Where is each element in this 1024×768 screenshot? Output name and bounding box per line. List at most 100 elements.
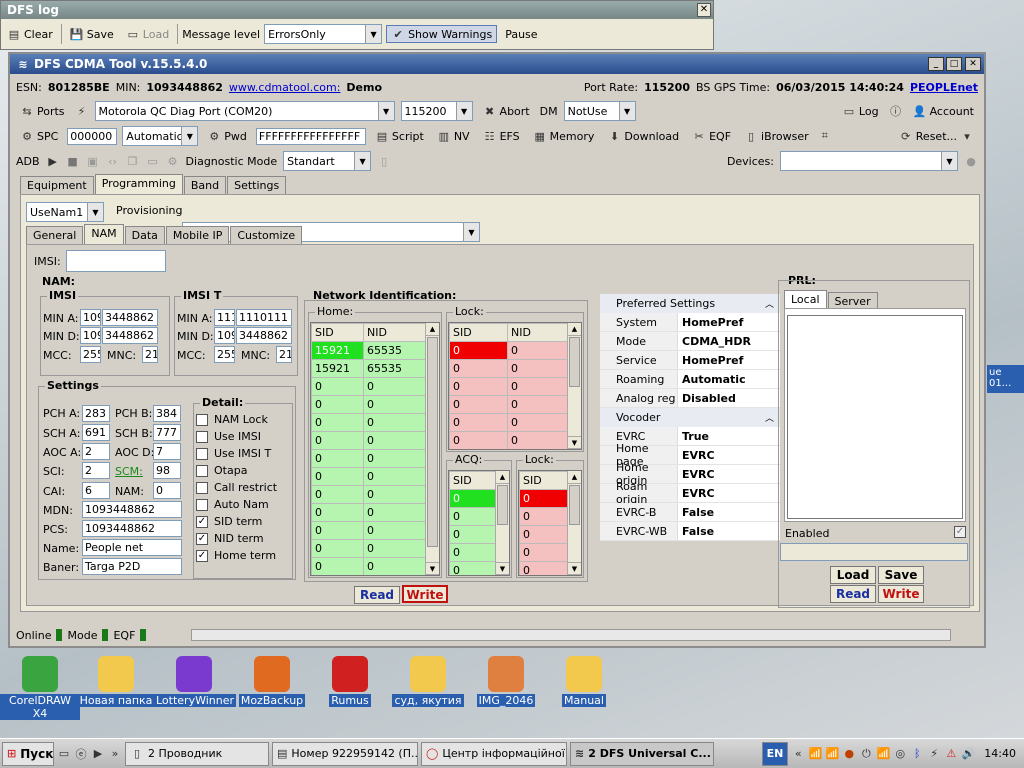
property-row[interactable]: Roaming Automatic [600,370,780,389]
prl-write-button[interactable]: Write [878,585,924,603]
scroll-down-icon[interactable]: ▼ [568,562,581,575]
extra-tool-icon[interactable]: ⌗ [818,129,832,143]
spc-input[interactable]: 000000 [67,127,118,145]
task-dfs[interactable]: ≋ 2 DFS Universal C... [570,741,714,766]
desktop-icon[interactable]: CorelDRAW X4 [0,656,80,720]
property-row[interactable]: EVRC-B False [600,503,780,522]
tray-app-icon[interactable]: ● [842,747,856,761]
property-row[interactable]: Service HomePref [600,351,780,370]
property-value[interactable]: EVRC [678,449,715,462]
table-row[interactable]: 00 [449,395,568,414]
table-row[interactable]: 00 [449,341,568,360]
detail-checkbox[interactable]: ✓ [196,533,208,545]
property-value[interactable]: False [678,506,714,519]
table-cell[interactable]: 0 [507,377,568,396]
network-icon[interactable]: 📶 [825,747,839,761]
table-cell[interactable]: 0 [311,413,364,432]
carrier-link[interactable]: PEOPLEnet [910,81,978,94]
table-cell[interactable]: 0 [507,395,568,414]
mdn-input[interactable]: 1093448862 [82,501,182,518]
table-cell[interactable]: 0 [363,539,426,558]
copy-icon[interactable]: ❐ [126,154,140,168]
language-indicator[interactable]: EN [761,741,789,766]
table-cell[interactable]: 0 [311,557,364,575]
table-cell[interactable]: 0 [449,395,508,414]
vocoder-category[interactable]: Vocoder ︿ [600,408,780,427]
download-button[interactable]: ⬇ Download [603,128,683,144]
subtab-customize[interactable]: Customize [230,226,303,246]
property-row[interactable]: Analog reg Disabled [600,389,780,408]
prl-list[interactable] [787,315,963,519]
table-cell[interactable]: 0 [507,359,568,378]
screenshot-icon[interactable]: ▣ [86,154,100,168]
wifi-icon[interactable]: 📶 [808,747,822,761]
prl-tab-local[interactable]: Local [784,290,827,310]
property-value[interactable]: Automatic [678,373,746,386]
close-button[interactable]: ✕ [965,57,981,71]
table-cell[interactable]: 65535 [363,359,426,378]
table-cell[interactable]: 0 [519,507,568,526]
clock[interactable]: 14:40 [978,747,1022,760]
preferred-settings-category[interactable]: Preferred Settings ︿ [600,294,780,313]
bluetooth-icon[interactable]: ᛒ [910,747,924,761]
table-cell[interactable]: 0 [507,413,568,432]
start-button[interactable]: ⊞ Пуск [2,741,54,766]
settings-icon[interactable]: ⚙ [166,154,180,168]
prl-read-button[interactable]: Read [830,585,876,603]
table-cell[interactable]: 0 [449,431,508,449]
quicklaunch-more-icon[interactable]: » [108,747,122,761]
table-cell[interactable]: 0 [311,503,364,522]
property-value[interactable]: False [678,525,714,538]
imsi-min-a-2[interactable]: 3448862 [102,309,158,326]
table-row[interactable]: 00 [311,413,426,432]
baner-input[interactable]: Targa P2D [82,558,182,575]
detail-checkbox[interactable] [196,448,208,460]
home-scrollbar[interactable]: ▲ ▼ [425,323,439,575]
table-cell[interactable]: 15921 [311,359,364,378]
property-row[interactable]: EVRC-WB False [600,522,780,541]
pwd-button[interactable]: ⚙ Pwd [203,128,251,144]
table-row[interactable]: 00 [449,359,568,378]
aoc-a-input[interactable]: 2 [82,443,110,460]
scroll-thumb[interactable] [569,485,580,525]
tray-disc-icon[interactable]: ◎ [893,747,907,761]
table-cell[interactable]: 0 [449,341,508,360]
table-cell[interactable]: 0 [311,395,364,414]
table-row[interactable]: 0 [519,543,568,562]
table-row[interactable]: 00 [311,485,426,504]
scroll-up-icon[interactable]: ▲ [496,471,509,484]
abort-button[interactable]: ✖ Abort [479,103,534,119]
imsi-mcc-input[interactable]: 255 [80,346,101,363]
subtab-general[interactable]: General [26,226,84,246]
table-cell[interactable]: 0 [363,467,426,486]
desktop-icon[interactable]: Rumus [310,656,390,707]
table-row[interactable]: 0 [519,525,568,544]
detail-checkbox[interactable] [196,499,208,511]
task-explorer[interactable]: ▯ 2 Проводник [125,741,269,766]
aoc-d-input[interactable]: 7 [153,443,181,460]
nv-button[interactable]: ▥ NV [433,128,474,144]
stop-icon[interactable]: ■ [66,154,80,168]
imsi-mnc-input[interactable]: 21 [142,346,158,363]
pwd-input[interactable]: FFFFFFFFFFFFFFFF [255,127,366,145]
desktop-icon[interactable]: Новая папка [76,656,156,707]
table-row[interactable]: 00 [449,413,568,432]
table-cell[interactable]: 0 [311,377,364,396]
play-icon[interactable]: ▶ [46,154,60,168]
table-cell[interactable]: 0 [449,489,496,508]
lock-scrollbar[interactable]: ▲ ▼ [567,323,581,449]
minimize-button[interactable]: _ [928,57,944,71]
table-row[interactable]: 0 [519,507,568,526]
table-row[interactable]: 00 [311,431,426,450]
phone-icon[interactable]: ▯ [377,154,391,168]
table-cell[interactable]: 0 [363,395,426,414]
table-row[interactable]: 0 [449,507,496,526]
signal-icon[interactable]: 📶 [876,747,890,761]
ports-button[interactable]: ⇆ Ports [16,103,69,119]
property-value[interactable]: EVRC [678,487,715,500]
table-cell[interactable]: 0 [449,561,496,575]
table-cell[interactable]: 0 [311,449,364,468]
baud-select[interactable]: 115200 ▼ [400,101,473,121]
detail-checkbox[interactable]: ✓ [196,550,208,562]
imsi-min-a-1[interactable]: 109 [80,309,101,326]
